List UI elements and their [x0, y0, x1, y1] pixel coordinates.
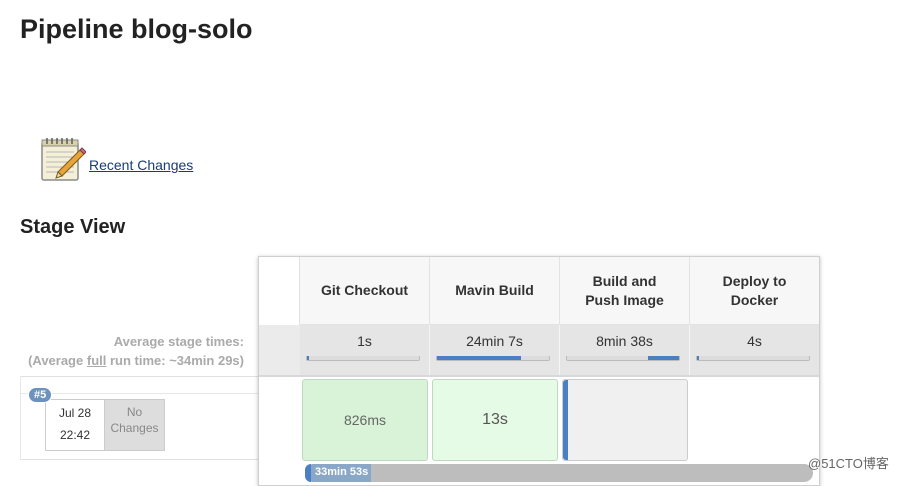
divider [20, 393, 258, 394]
average-label: Average stage times: [113, 334, 244, 349]
avg-bar-fill [437, 356, 521, 360]
avg-bar-fill [697, 356, 699, 360]
total-run-progress-bar: 33min 53s [305, 464, 813, 482]
avg-bar [696, 356, 810, 361]
changes-line: Changes [110, 421, 159, 435]
avg-cell: 24min 7s [430, 325, 560, 375]
build-changes: No Changes [104, 399, 165, 451]
avg-cell: 8min 38s [560, 325, 690, 375]
average-full-run-time: (Average full run time: ~34min 29s) [28, 353, 244, 368]
stage-view-table: Git Checkout Mavin Build Build and Push I… [258, 256, 820, 486]
avg-cell: 4s [690, 325, 819, 375]
avg-bar [436, 356, 550, 361]
stage-cell-running[interactable] [562, 379, 688, 461]
page-title: Pipeline blog-solo [20, 14, 253, 44]
recent-changes[interactable]: Recent Changes [38, 136, 193, 184]
avg-time: 1s [357, 333, 372, 349]
build-date-day: Jul 28 [58, 406, 92, 420]
build-date-time: 22:42 [59, 428, 91, 442]
recent-changes-link[interactable]: Recent Changes [89, 157, 193, 173]
avg-time: 8min 38s [596, 333, 653, 349]
running-indicator [563, 380, 568, 460]
avg-bar [306, 356, 420, 361]
avg-time: 24min 7s [466, 333, 523, 349]
full-link[interactable]: full [87, 353, 107, 368]
divider [20, 376, 21, 460]
stage-view-title: Stage View [20, 216, 126, 238]
stage-cell-success[interactable]: 826ms [302, 379, 428, 461]
average-stage-times: Average stage times: (Average full run t… [20, 332, 244, 370]
avg-cell: 1s [300, 325, 430, 375]
stage-header-mavin-build: Mavin Build [430, 257, 560, 325]
avg-time: 4s [747, 333, 762, 349]
watermark: @51CTO博客 [808, 456, 889, 471]
stage-cell-success[interactable]: 13s [432, 379, 558, 461]
changes-line: No [126, 405, 143, 419]
header-spacer [259, 257, 300, 325]
stage-header-deploy-docker: Deploy to Docker [690, 257, 819, 325]
stage-cell-pending [692, 379, 818, 461]
stage-header-build-push-image: Build and Push Image [560, 257, 690, 325]
avg-bar-fill [307, 356, 309, 360]
stage-header-git-checkout: Git Checkout [300, 257, 430, 325]
divider [20, 459, 258, 460]
avg-bar-fill [648, 356, 679, 360]
avg-bar [566, 356, 680, 361]
total-run-time: 33min 53s [315, 466, 369, 478]
notepad-pencil-icon [41, 138, 86, 181]
build-number-badge[interactable]: #5 [28, 387, 53, 403]
build-date[interactable]: Jul 28 22:42 [45, 399, 105, 451]
divider [20, 376, 258, 377]
row-divider [259, 375, 819, 377]
